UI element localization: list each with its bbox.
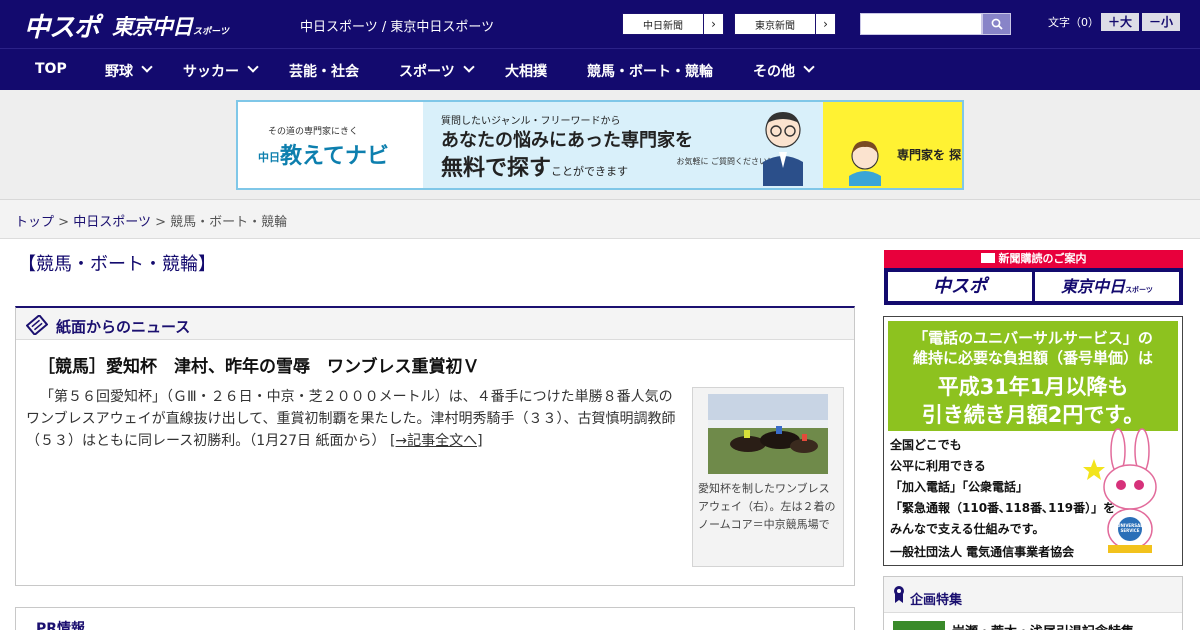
banner-small-text: その道の専門家にきく: [268, 127, 359, 137]
feature-section-title: 企画特集: [910, 593, 963, 608]
feature-thumbnail[interactable]: [893, 621, 945, 630]
chevron-down-icon[interactable]: [247, 61, 259, 73]
banner-brand-panel: その道の専門家にきく 中日教えてナビ: [238, 102, 423, 188]
chevron-down-icon[interactable]: [803, 61, 815, 73]
banner-line3-small: ことができます: [551, 165, 629, 178]
tokyo-shimbun-button[interactable]: 東京新聞 ›: [734, 13, 836, 35]
mascot-badge-text: UNIVERSAL SERVICE: [1117, 523, 1143, 533]
site-header: 中スポ 東京中日スポーツ 中日スポーツ / 東京中日スポーツ 中日新聞 › 東京…: [0, 0, 1200, 48]
font-larger-button[interactable]: ＋大: [1101, 13, 1139, 31]
nav-item-sports[interactable]: スポーツ: [399, 61, 455, 81]
nav-item-soccer[interactable]: サッカー: [183, 61, 239, 81]
nav-item-entertainment[interactable]: 芸能・社会: [289, 61, 359, 81]
consultant-illustration-icon: [763, 112, 803, 186]
breadcrumb-current: 競馬・ボート・競輪: [170, 215, 288, 230]
universal-service-ad[interactable]: 「電話のユニバーサルサービス」の 維持に必要な負担額（番号単価）は 平成31年1…: [883, 316, 1183, 566]
banner-cta-panel[interactable]: 専門家を 探す →: [823, 102, 962, 188]
banner-brand: 中日教えてナビ: [258, 138, 389, 170]
subscription-tokyo-logo[interactable]: 東京中日スポーツ: [1035, 272, 1179, 301]
tokyo-shimbun-label: 東京新聞: [755, 21, 795, 32]
subscription-box[interactable]: 新聞購読のご案内 中スポ 東京中日スポーツ: [884, 250, 1183, 305]
universal-ad-headline: 「電話のユニバーサルサービス」の 維持に必要な負担額（番号単価）は 平成31年1…: [888, 321, 1178, 431]
tokyo-logo-text: 東京中日: [112, 15, 193, 39]
subscription-chuspo-logo[interactable]: 中スポ: [888, 272, 1032, 301]
banner-area: その道の専門家にきく 中日教えてナビ 質問したいジャンル・フリーワードから あな…: [0, 90, 1200, 200]
article-photo[interactable]: [708, 394, 828, 474]
tokyo-chunichi-logo[interactable]: 東京中日スポーツ: [112, 11, 229, 41]
chunichi-shimbun-button[interactable]: 中日新聞 ›: [622, 13, 724, 35]
feature-section-header: 企画特集: [884, 577, 1182, 613]
article-body: 「第５６回愛知杯」（ＧⅢ・２６日・中京・芝２０００メートル）は、４番手につけた単…: [26, 386, 686, 452]
nav-item-other[interactable]: その他: [753, 61, 795, 81]
newspaper-icon: [26, 315, 48, 335]
font-size-label: 文字（0）: [1048, 16, 1099, 29]
nav-item-baseball[interactable]: 野球: [105, 61, 133, 81]
breadcrumb-chunichi-sports[interactable]: 中日スポーツ: [73, 215, 151, 230]
breadcrumb-separator: >: [58, 215, 70, 230]
article-photo-box: 愛知杯を制したワンブレスアウェイ（右）。左は２着のノームコア＝中京競馬場で: [692, 387, 844, 567]
main-nav: TOP 野球 サッカー 芸能・社会 スポーツ 大相撲 競馬・ボート・競輪 その他: [0, 48, 1200, 90]
subscription-tokyo-suffix: スポーツ: [1125, 286, 1153, 294]
article-text: 「第５６回愛知杯」（ＧⅢ・２６日・中京・芝２０００メートル）は、４番手につけた単…: [26, 389, 676, 449]
feature-item-link[interactable]: 岩瀬・荒木・浅尾引退記念特集: [952, 621, 1134, 630]
search-input[interactable]: [860, 13, 982, 35]
universal-ad-line1: 「電話のユニバーサルサービス」の: [913, 329, 1153, 347]
read-full-article-link[interactable]: [→記事全文へ]: [390, 433, 483, 449]
breadcrumb-top[interactable]: トップ: [15, 215, 54, 230]
horse-race-photo: [708, 394, 828, 474]
article-title[interactable]: ［競馬］愛知杯 津村、昨年の雪辱 ワンブレス重賞初Ｖ: [38, 352, 480, 377]
breadcrumb-separator: >: [155, 215, 166, 230]
font-smaller-button[interactable]: －小: [1142, 13, 1180, 31]
chevron-down-icon[interactable]: [463, 61, 475, 73]
oshiete-navi-banner[interactable]: その道の専門家にきく 中日教えてナビ 質問したいジャンル・フリーワードから あな…: [236, 100, 964, 190]
banner-line1: 質問したいジャンル・フリーワードから: [441, 116, 621, 127]
banner-cta-text: 専門家を 探す →: [897, 148, 962, 162]
rabbit-mascot-icon: [1083, 428, 1157, 553]
nav-item-top[interactable]: TOP: [35, 61, 67, 77]
banner-message-panel: 質問したいジャンル・フリーワードから あなたの悩みにあった専門家を 無料で探すこ…: [423, 102, 823, 188]
banner-line3: 無料で探すことができます: [441, 150, 628, 182]
universal-ad-line3: 平成31年1月以降も: [937, 375, 1129, 399]
ribbon-icon: [894, 586, 904, 603]
pr-section-title: PR情報: [36, 621, 86, 630]
subscription-title-text: 新聞購読のご案内: [998, 252, 1087, 265]
universal-ad-line2: 維持に必要な負担額（番号単価）は: [912, 349, 1153, 367]
search-button[interactable]: [982, 13, 1011, 35]
nav-item-keiba[interactable]: 競馬・ボート・競輪: [587, 61, 713, 81]
nav-item-sumo[interactable]: 大相撲: [505, 61, 547, 81]
subscription-tokyo-text: 東京中日: [1061, 277, 1126, 296]
article-photo-caption: 愛知杯を制したワンブレスアウェイ（右）。左は２着のノームコア＝中京競馬場で: [698, 482, 836, 531]
news-section-header: 紙面からのニュース: [16, 308, 854, 340]
news-section: 紙面からのニュース ［競馬］愛知杯 津村、昨年の雪辱 ワンブレス重賞初Ｖ 「第５…: [15, 306, 855, 586]
chevron-right-icon: ›: [815, 14, 835, 34]
breadcrumb-bar: トップ > 中日スポーツ > 競馬・ボート・競輪: [0, 200, 1200, 239]
banner-brand-name: 教えてナビ: [280, 144, 389, 169]
chuspo-logo[interactable]: 中スポ: [24, 7, 100, 44]
banner-line2: あなたの悩みにあった専門家を: [441, 130, 693, 151]
feature-section: 企画特集 岩瀬・荒木・浅尾引退記念特集: [883, 576, 1183, 630]
newspaper-icon: [980, 253, 995, 263]
chevron-right-icon: ›: [703, 14, 723, 34]
subscription-title: 新聞購読のご案内: [884, 250, 1183, 268]
site-name-link[interactable]: 中日スポーツ / 東京中日スポーツ: [300, 16, 494, 35]
chevron-down-icon[interactable]: [141, 61, 153, 73]
search-icon: [991, 18, 1003, 30]
tokyo-logo-suffix: スポーツ: [193, 27, 229, 37]
news-section-title: 紙面からのニュース: [56, 318, 191, 336]
banner-line3-main: 無料で探す: [441, 156, 552, 181]
banner-brand-prefix: 中日: [258, 151, 280, 164]
chunichi-shimbun-label: 中日新聞: [643, 21, 683, 32]
pr-section: PR情報: [15, 607, 855, 630]
universal-ad-org: 一般社団法人 電気通信事業者協会: [890, 545, 1075, 559]
woman-illustration-icon: [849, 141, 881, 186]
page-title: 【競馬・ボート・競輪】: [18, 254, 216, 275]
breadcrumb: トップ > 中日スポーツ > 競馬・ボート・競輪: [15, 211, 287, 230]
